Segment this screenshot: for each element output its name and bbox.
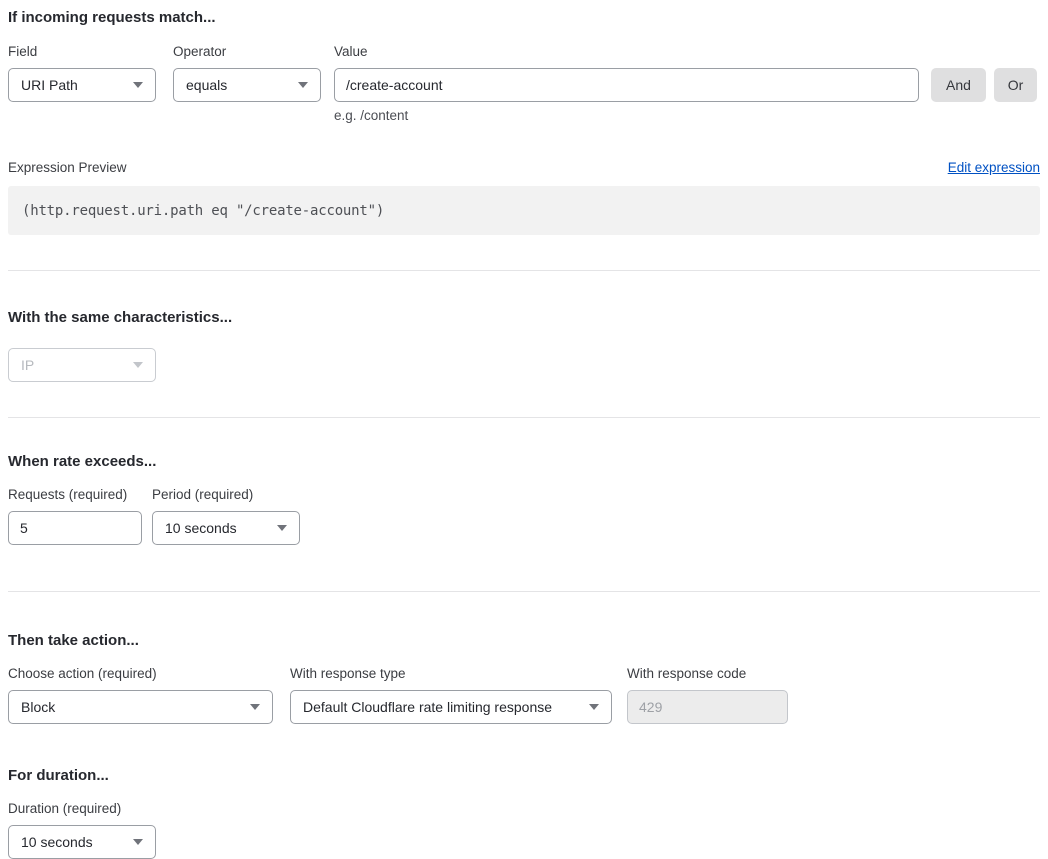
- period-label: Period (required): [152, 486, 253, 503]
- requests-label: Requests (required): [8, 486, 142, 503]
- choose-action-select[interactable]: Block: [8, 690, 273, 724]
- duration-select[interactable]: 10 seconds: [8, 825, 156, 859]
- section-heading-action: Then take action...: [8, 631, 1040, 650]
- value-field-group: e.g. /content: [334, 68, 919, 123]
- value-label: Value: [334, 43, 368, 60]
- section-divider: [8, 417, 1040, 418]
- action-controls-row: Block Default Cloudflare rate limiting r…: [8, 690, 1040, 724]
- characteristic-select: IP: [8, 348, 156, 382]
- period-select-value: 10 seconds: [165, 520, 237, 536]
- match-labels-row: Field Operator Value: [8, 43, 1040, 68]
- section-take-action: Then take action... Choose action (requi…: [8, 631, 1040, 724]
- section-for-duration: For duration... Duration (required) 10 s…: [8, 766, 1040, 859]
- field-label: Field: [8, 43, 156, 60]
- response-code-label: With response code: [627, 665, 746, 682]
- duration-select-value: 10 seconds: [21, 834, 93, 850]
- section-heading-characteristics: With the same characteristics...: [8, 308, 1040, 327]
- duration-label: Duration (required): [8, 800, 121, 817]
- expression-preview-header: Expression Preview Edit expression: [8, 160, 1040, 175]
- rate-labels-row: Requests (required) Period (required): [8, 486, 1040, 511]
- field-select-value: URI Path: [21, 77, 78, 93]
- chevron-down-icon: [133, 839, 143, 845]
- chevron-down-icon: [250, 704, 260, 710]
- field-select[interactable]: URI Path: [8, 68, 156, 102]
- response-type-label: With response type: [290, 665, 612, 682]
- period-select[interactable]: 10 seconds: [152, 511, 300, 545]
- duration-labels-row: Duration (required): [8, 800, 1040, 825]
- expression-preview-box: (http.request.uri.path eq "/create-accou…: [8, 186, 1040, 235]
- choose-action-value: Block: [21, 699, 55, 715]
- chevron-down-icon: [277, 525, 287, 531]
- duration-controls-row: 10 seconds: [8, 825, 1040, 859]
- chevron-down-icon: [133, 362, 143, 368]
- section-divider: [8, 591, 1040, 592]
- expression-preview-code: (http.request.uri.path eq "/create-accou…: [22, 203, 384, 219]
- value-input[interactable]: [334, 68, 919, 102]
- section-heading-rate: When rate exceeds...: [8, 452, 1040, 471]
- edit-expression-link[interactable]: Edit expression: [948, 160, 1040, 175]
- section-heading-match: If incoming requests match...: [8, 8, 1040, 27]
- requests-field-group: [8, 511, 142, 545]
- section-incoming-requests-match: If incoming requests match... Field Oper…: [8, 8, 1040, 235]
- characteristic-select-value: IP: [21, 357, 34, 373]
- or-button[interactable]: Or: [994, 68, 1037, 102]
- operator-select-value: equals: [186, 77, 227, 93]
- operator-label: Operator: [173, 43, 321, 60]
- section-divider: [8, 270, 1040, 271]
- section-rate-exceeds: When rate exceeds... Requests (required)…: [8, 452, 1040, 545]
- action-labels-row: Choose action (required) With response t…: [8, 665, 1040, 690]
- operator-select[interactable]: equals: [173, 68, 321, 102]
- response-type-select[interactable]: Default Cloudflare rate limiting respons…: [290, 690, 612, 724]
- rate-controls-row: 10 seconds: [8, 511, 1040, 545]
- section-heading-duration: For duration...: [8, 766, 1040, 785]
- section-characteristics: With the same characteristics... IP: [8, 308, 1040, 382]
- chevron-down-icon: [133, 82, 143, 88]
- chevron-down-icon: [589, 704, 599, 710]
- response-type-value: Default Cloudflare rate limiting respons…: [303, 699, 552, 715]
- rate-limiting-rule-form: If incoming requests match... Field Oper…: [0, 0, 1048, 859]
- match-controls-row: URI Path equals e.g. /content And Or: [8, 68, 1040, 123]
- chevron-down-icon: [298, 82, 308, 88]
- and-button[interactable]: And: [931, 68, 986, 102]
- choose-action-label: Choose action (required): [8, 665, 273, 682]
- requests-input[interactable]: [8, 511, 142, 545]
- response-code-input: [627, 690, 788, 724]
- value-hint: e.g. /content: [334, 108, 919, 123]
- expression-preview-label: Expression Preview: [8, 160, 127, 175]
